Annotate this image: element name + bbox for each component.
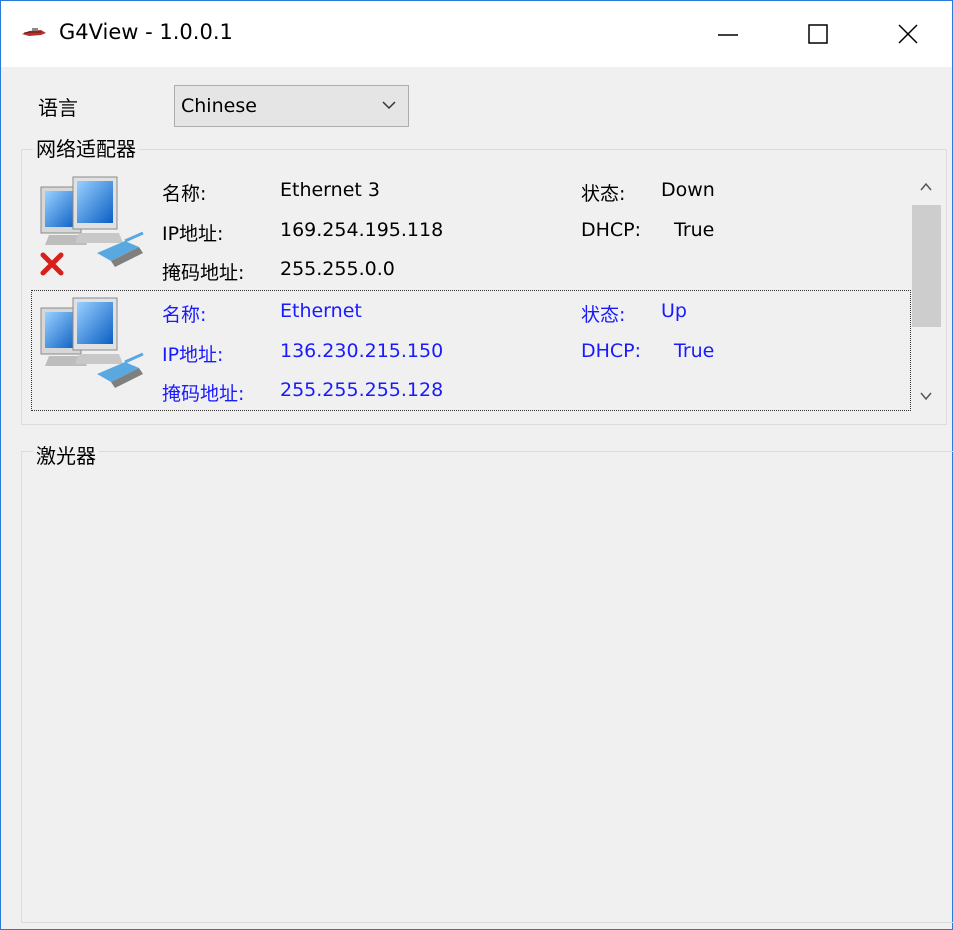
adapter-status-value: Down bbox=[661, 179, 715, 201]
close-button[interactable] bbox=[863, 1, 953, 67]
adapter-item-selected[interactable]: 名称: Ethernet 状态: Up IP地址: 136.230.215.15… bbox=[31, 290, 911, 411]
chevron-down-icon bbox=[382, 101, 396, 110]
adapters-group-title: 网络适配器 bbox=[33, 137, 139, 161]
chevron-down-icon bbox=[920, 392, 932, 401]
network-adapter-icon bbox=[40, 297, 144, 388]
adapter-mask-value: 255.255.0.0 bbox=[280, 258, 395, 280]
adapter-item[interactable]: 名称: Ethernet 3 状态: Down IP地址: 169.254.19… bbox=[31, 169, 911, 290]
adapter-status-label: 状态: bbox=[581, 183, 626, 205]
scroll-thumb[interactable] bbox=[912, 205, 941, 327]
app-window: G4View - 1.0.0.1 语言 Chinese 网络适配器 名称: Et… bbox=[0, 0, 953, 930]
app-icon bbox=[22, 28, 46, 36]
scroll-up-button[interactable] bbox=[911, 169, 941, 205]
maximize-button[interactable] bbox=[773, 1, 863, 67]
adapter-mask-label: 掩码地址: bbox=[162, 262, 245, 284]
adapter-dhcp-label: DHCP: bbox=[581, 340, 642, 362]
network-adapter-disconnected-icon bbox=[40, 176, 144, 276]
language-select[interactable]: Chinese bbox=[174, 85, 409, 127]
adapter-ip-label: IP地址: bbox=[162, 223, 224, 245]
adapter-mask-label: 掩码地址: bbox=[162, 383, 245, 405]
minimize-icon bbox=[718, 34, 738, 36]
laser-group-title: 激光器 bbox=[33, 444, 99, 468]
adapter-name-label: 名称: bbox=[162, 304, 207, 326]
language-label: 语言 bbox=[38, 96, 78, 120]
adapter-ip-label: IP地址: bbox=[162, 344, 224, 366]
adapter-name-label: 名称: bbox=[162, 183, 207, 205]
window-title: G4View - 1.0.0.1 bbox=[59, 20, 233, 44]
title-bar[interactable]: G4View - 1.0.0.1 bbox=[1, 1, 952, 67]
laser-groupbox bbox=[21, 451, 953, 923]
adapter-ip-value: 136.230.215.150 bbox=[280, 340, 444, 362]
adapter-ip-value: 169.254.195.118 bbox=[280, 219, 444, 241]
close-icon bbox=[898, 24, 918, 44]
adapter-name-value: Ethernet bbox=[280, 300, 362, 322]
adapter-mask-value: 255.255.255.128 bbox=[280, 379, 444, 401]
chevron-up-icon bbox=[920, 182, 932, 191]
adapter-list[interactable]: 名称: Ethernet 3 状态: Down IP地址: 169.254.19… bbox=[31, 169, 911, 411]
adapter-dhcp-value: True bbox=[674, 340, 715, 362]
adapter-status-label: 状态: bbox=[581, 304, 626, 326]
scroll-down-button[interactable] bbox=[911, 381, 941, 411]
adapter-dhcp-label: DHCP: bbox=[581, 219, 642, 241]
adapter-status-value: Up bbox=[661, 300, 687, 322]
adapter-name-value: Ethernet 3 bbox=[280, 179, 380, 201]
maximize-icon bbox=[808, 24, 828, 44]
adapter-dhcp-value: True bbox=[674, 219, 715, 241]
language-selected-value: Chinese bbox=[181, 95, 257, 117]
adapter-list-scrollbar[interactable] bbox=[911, 169, 941, 411]
minimize-button[interactable] bbox=[683, 1, 773, 67]
